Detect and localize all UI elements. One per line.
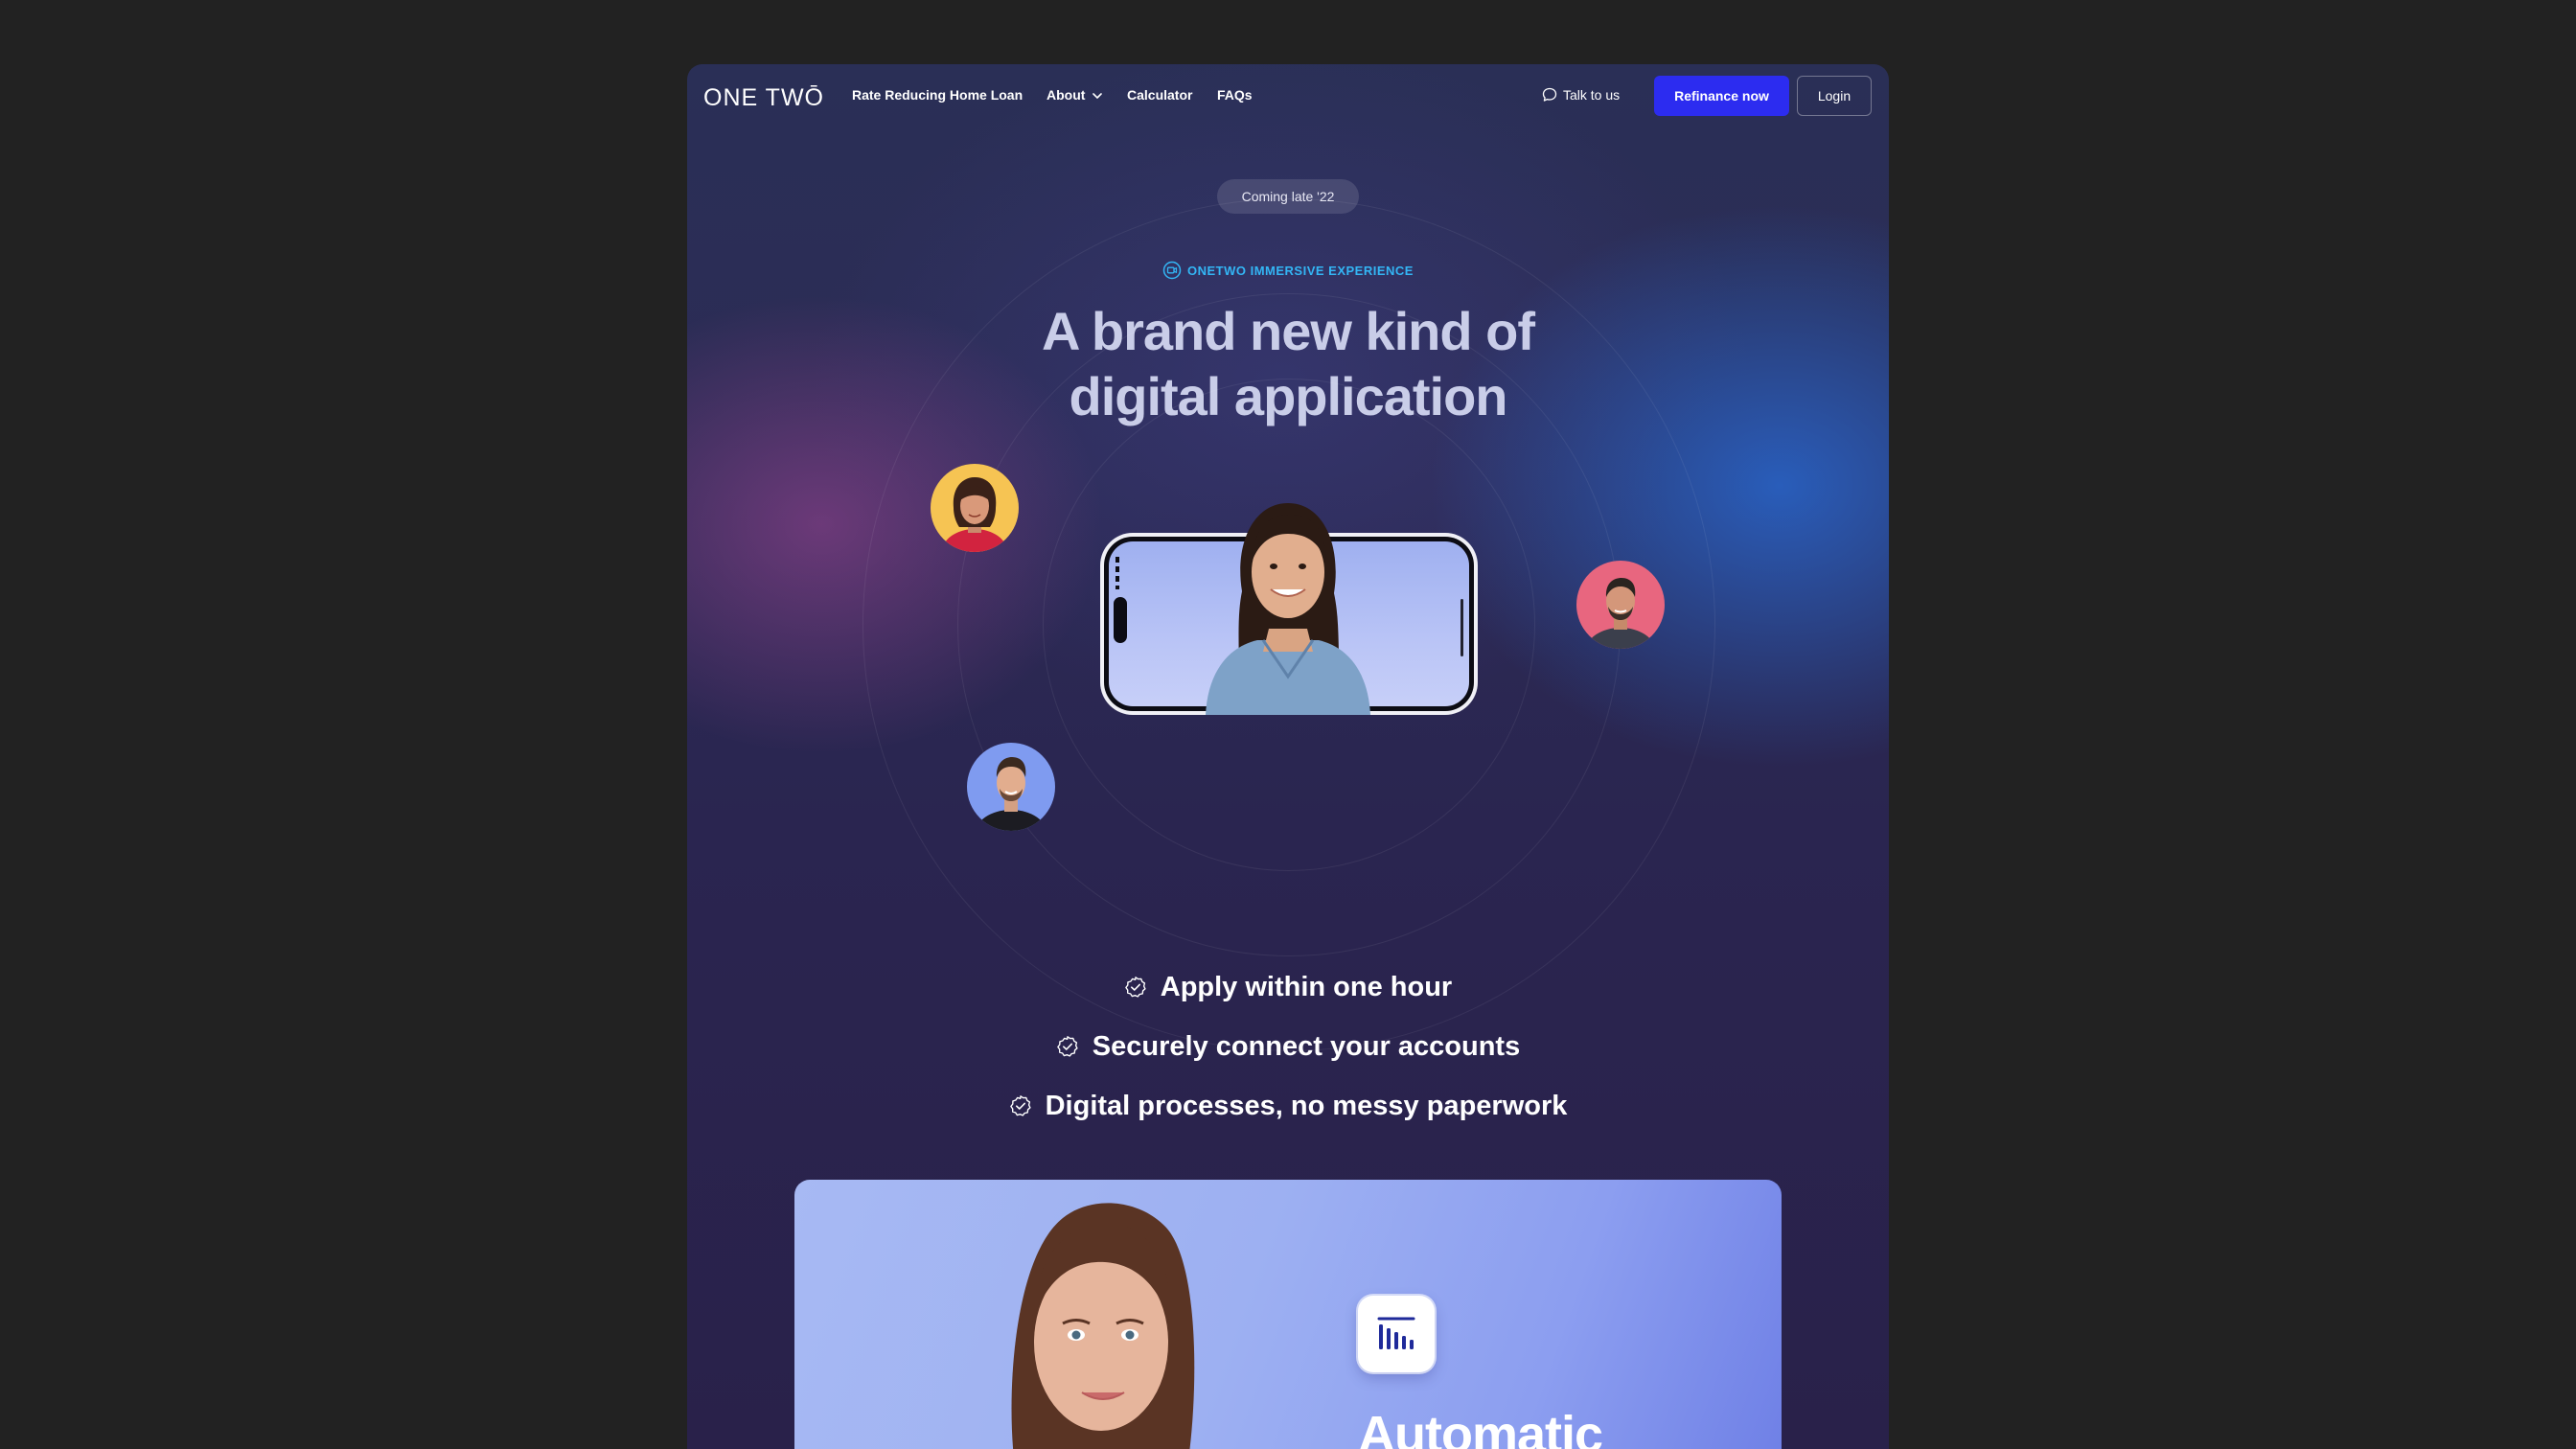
top-navigation: ONE TWŌ Rate Reducing Home Loan About Ca…: [687, 64, 1889, 129]
feature-text: Digital processes, no messy paperwork: [1045, 1091, 1568, 1121]
video-call-person: [1206, 503, 1370, 715]
talk-to-us-label: Talk to us: [1563, 87, 1621, 103]
check-badge-icon: [1009, 1095, 1031, 1116]
feature-item: Apply within one hour: [687, 972, 1889, 1003]
nav-link-faqs[interactable]: FAQs: [1217, 87, 1253, 103]
card-title: Automatic: [1358, 1406, 1603, 1449]
chevron-down-icon: [1092, 93, 1103, 100]
nav-link-about[interactable]: About: [1046, 87, 1103, 103]
avatar-man-blue: [967, 743, 1055, 831]
chat-bubble-icon: [1542, 87, 1557, 102]
talk-to-us-link[interactable]: Talk to us: [1542, 87, 1620, 103]
nav-link-rate-reducing-home-loan[interactable]: Rate Reducing Home Loan: [852, 87, 1023, 103]
refinance-now-button[interactable]: Refinance now: [1654, 76, 1789, 116]
woman-portrait: [1011, 1203, 1195, 1449]
logo[interactable]: ONE TWŌ: [703, 84, 824, 112]
browser-page: ONE TWŌ Rate Reducing Home Loan About Ca…: [687, 64, 1889, 1449]
avatar-woman-yellow: [931, 464, 1019, 552]
bars-chart-icon: [1377, 1317, 1415, 1349]
check-badge-icon: [1124, 977, 1146, 998]
nav-link-about-label: About: [1046, 87, 1086, 103]
login-button[interactable]: Login: [1797, 76, 1872, 116]
feature-text: Apply within one hour: [1160, 972, 1453, 1002]
nav-link-calculator[interactable]: Calculator: [1127, 87, 1192, 103]
feature-item: Securely connect your accounts: [687, 1031, 1889, 1063]
feature-item: Digital processes, no messy paperwork: [687, 1091, 1889, 1122]
avatar-man-pink: [1576, 561, 1665, 649]
bars-chart-icon-tile: [1358, 1296, 1435, 1372]
feature-text: Securely connect your accounts: [1092, 1031, 1521, 1062]
check-badge-icon: [1056, 1036, 1078, 1057]
feature-card: Automatic: [794, 1180, 1782, 1449]
